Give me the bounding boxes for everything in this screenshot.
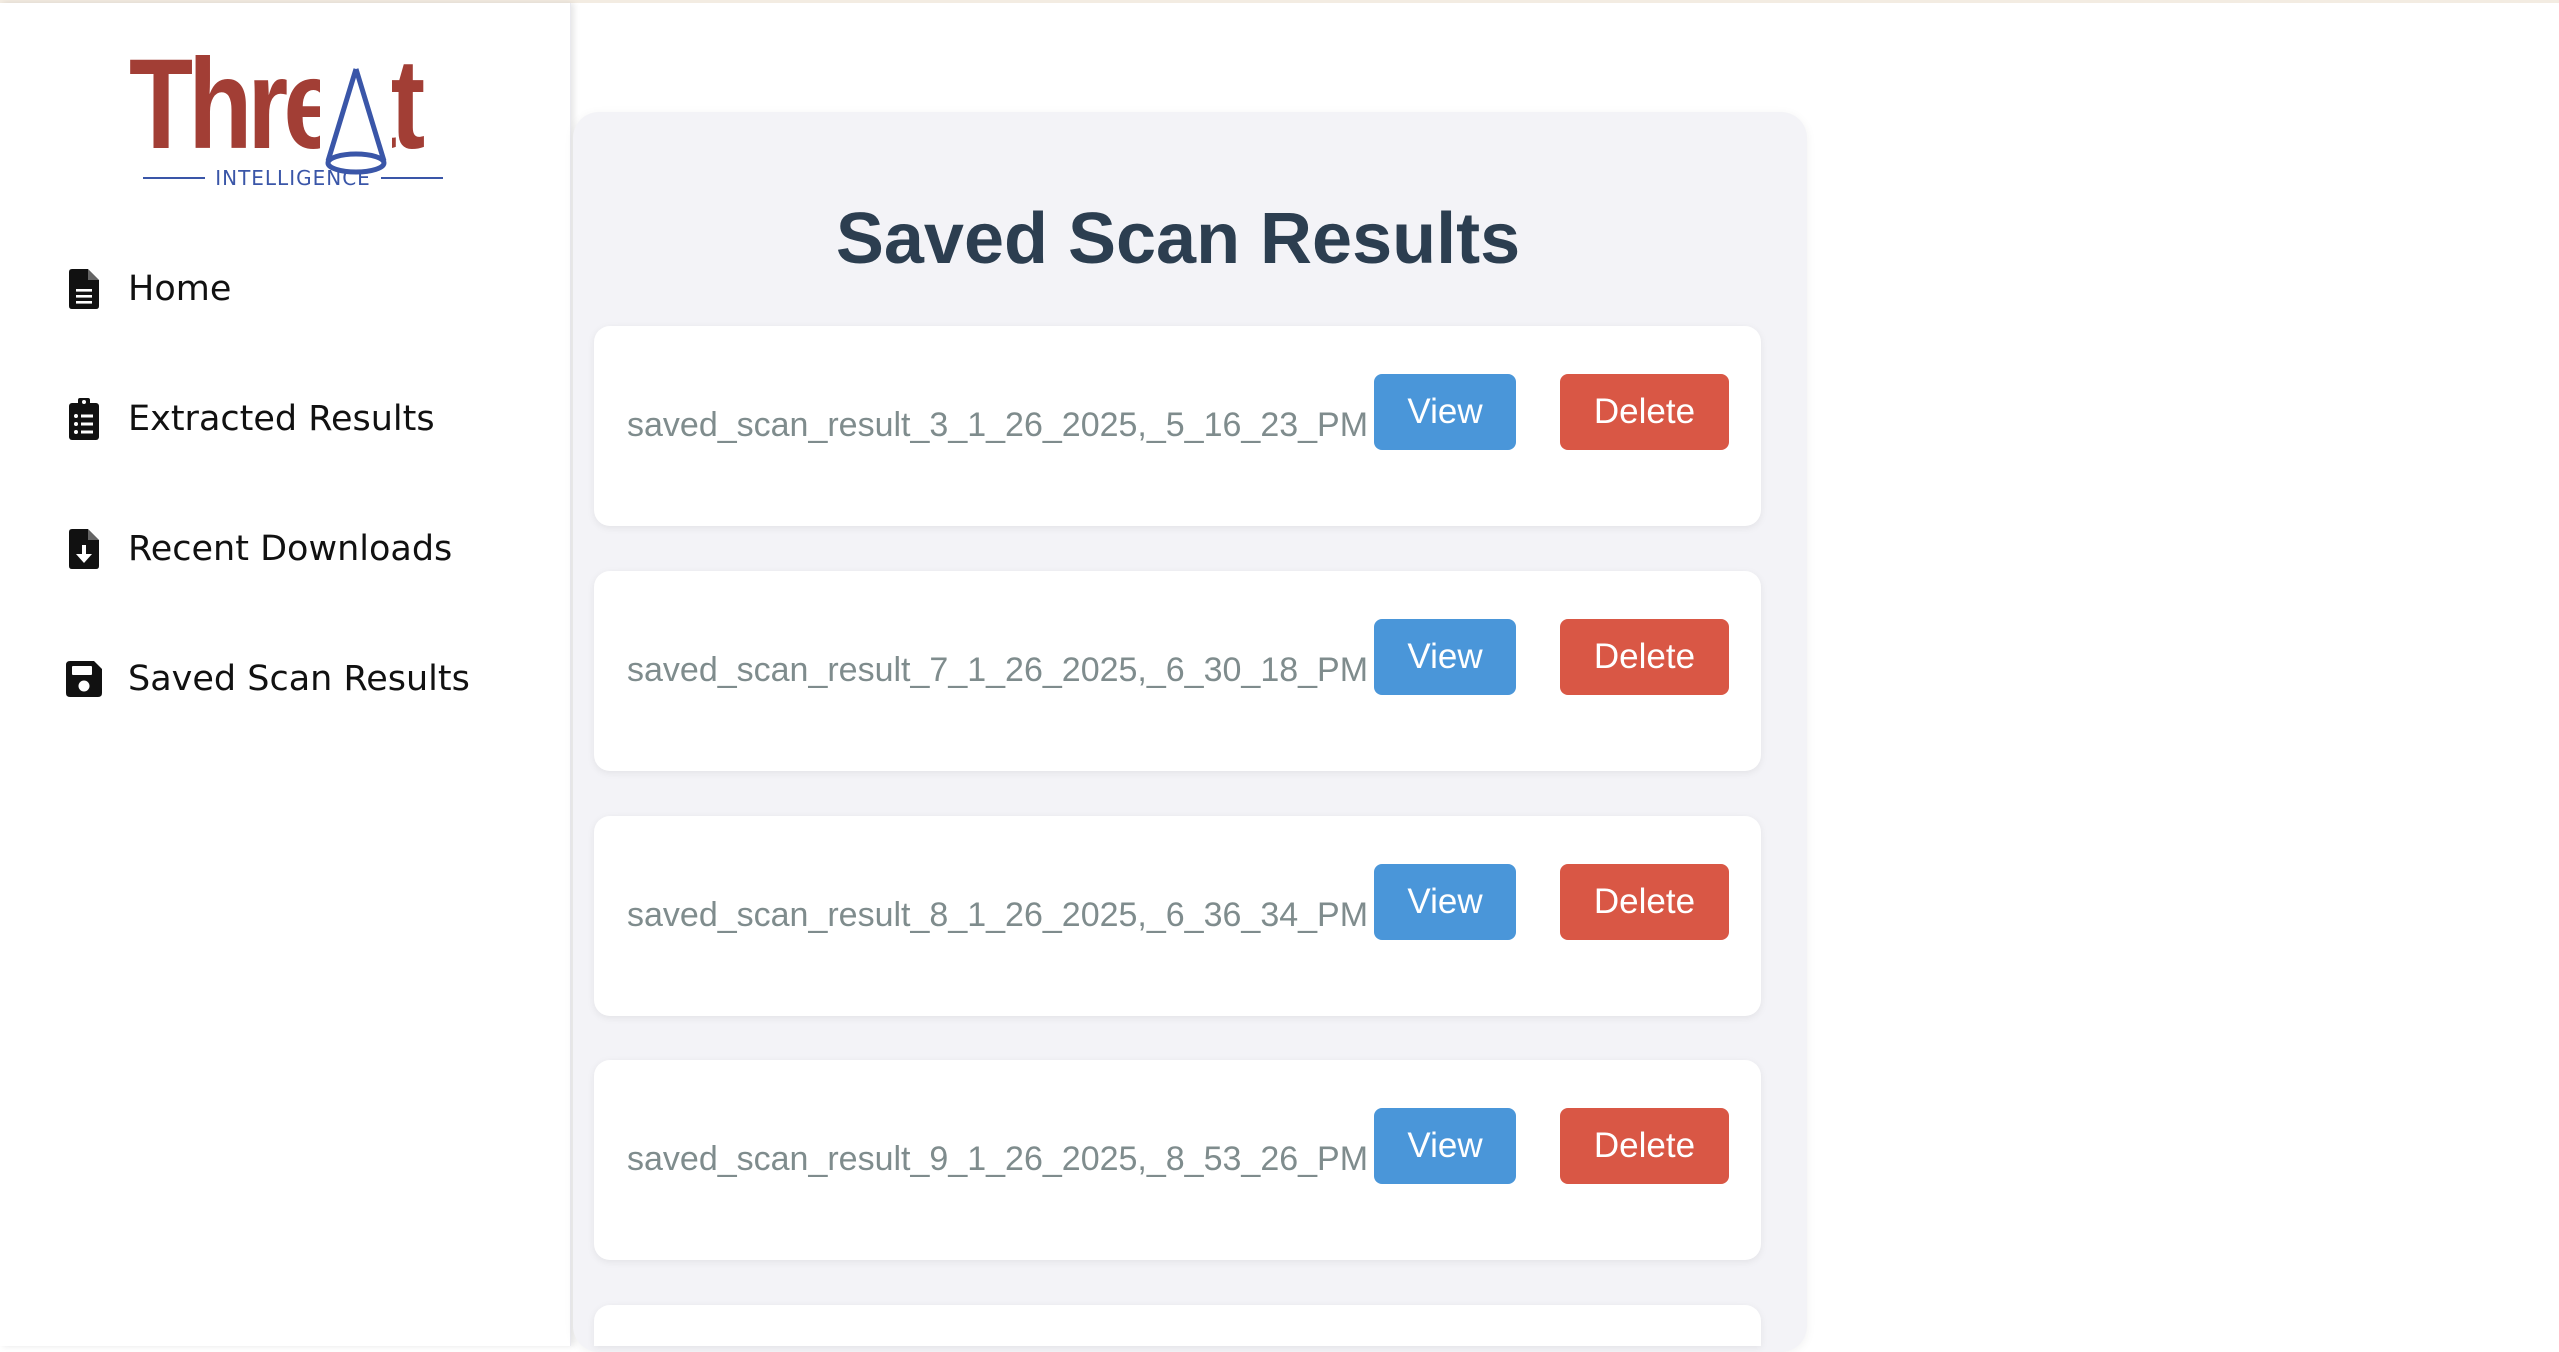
page-title: Saved Scan Results [835,199,1521,279]
sidebar-item-recent-downloads[interactable]: Recent Downloads [66,513,470,585]
clipboard-list-icon [66,397,102,441]
sidebar: Threat INTELLIGENCE Home Extracted Resul… [0,3,571,1346]
sidebar-item-label: Saved Scan Results [128,659,470,699]
delete-button[interactable]: Delete [1560,1108,1729,1184]
file-text-icon [66,267,102,311]
delete-button[interactable]: Delete [1560,619,1729,695]
delete-button[interactable]: Delete [1560,374,1729,450]
logo-rule-right [380,177,443,179]
view-button[interactable]: View [1374,619,1516,695]
view-button[interactable]: View [1374,864,1516,940]
result-card-partial [594,1305,1761,1346]
result-card: saved_scan_result_9_1_26_2025,_8_53_26_P… [594,1060,1761,1260]
result-card: saved_scan_result_3_1_26_2025,_5_16_23_P… [594,326,1761,526]
file-download-icon [66,527,102,571]
logo-rule-left [143,177,206,179]
sidebar-item-saved-scan-results[interactable]: Saved Scan Results [66,643,470,715]
view-button[interactable]: View [1374,1108,1516,1184]
result-card: saved_scan_result_8_1_26_2025,_6_36_34_P… [594,816,1761,1016]
floppy-disk-icon [66,657,102,701]
sidebar-item-extracted-results[interactable]: Extracted Results [66,383,470,455]
sidebar-item-label: Extracted Results [128,399,435,439]
sidebar-item-label: Recent Downloads [128,529,453,569]
result-name: saved_scan_result_7_1_26_2025,_6_30_18_P… [627,651,1369,689]
delete-button[interactable]: Delete [1560,864,1729,940]
result-name: saved_scan_result_9_1_26_2025,_8_53_26_P… [627,1140,1369,1178]
sidebar-nav: Home Extracted Results Recent Downloads … [66,253,470,773]
sidebar-item-home[interactable]: Home [66,253,470,325]
result-name: saved_scan_result_8_1_26_2025,_6_36_34_P… [627,896,1369,934]
threat-intelligence-logo[interactable]: Threat INTELLIGENCE [125,41,455,201]
sidebar-item-label: Home [128,269,232,309]
view-button[interactable]: View [1374,374,1516,450]
result-card: saved_scan_result_7_1_26_2025,_6_30_18_P… [594,571,1761,771]
logo-subtitle-text: INTELLIGENCE [215,166,371,190]
logo-subtitle: INTELLIGENCE [143,163,443,193]
result-name: saved_scan_result_3_1_26_2025,_5_16_23_P… [627,406,1369,444]
